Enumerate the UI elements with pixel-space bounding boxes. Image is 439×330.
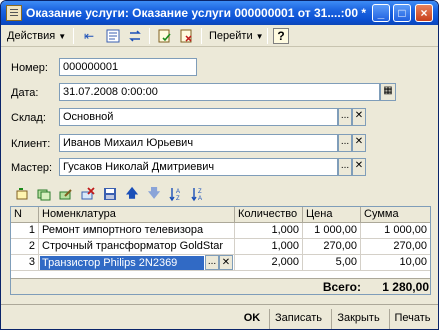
actions-label: Действия bbox=[7, 30, 56, 42]
close-button[interactable]: Закрыть bbox=[331, 309, 385, 329]
table-row-n[interactable]: 3 bbox=[11, 255, 39, 271]
close-window-button[interactable]: × bbox=[415, 4, 433, 22]
item-select-button[interactable]: ... bbox=[205, 255, 219, 270]
goto-label: Перейти bbox=[209, 30, 253, 42]
warehouse-select-button[interactable]: ... bbox=[338, 108, 352, 126]
warehouse-clear-icon[interactable]: ✕ bbox=[352, 108, 366, 126]
column-header-price[interactable]: Цена bbox=[303, 207, 361, 223]
end-edit-icon[interactable] bbox=[101, 185, 119, 203]
svg-text:A: A bbox=[176, 189, 180, 195]
table-row-sum[interactable]: 270,00 bbox=[361, 239, 430, 255]
save-button[interactable]: Записать bbox=[269, 309, 327, 329]
window-title: Оказание услуги: Оказание услуги 0000000… bbox=[26, 6, 367, 20]
table-row-qty[interactable]: 2,000 bbox=[235, 255, 303, 271]
table-row-item-editor[interactable]: Транзистор Philips 2N2369 ... ✕ bbox=[39, 255, 235, 271]
master-clear-icon[interactable]: ✕ bbox=[352, 158, 366, 176]
toolbar-separator bbox=[73, 28, 74, 44]
toolbar-separator bbox=[149, 28, 150, 44]
print-button[interactable]: Печать bbox=[389, 309, 435, 329]
number-field[interactable]: 000000001 bbox=[59, 58, 197, 76]
table-row-sum[interactable]: 1 000,00 bbox=[361, 223, 430, 239]
svg-text:A: A bbox=[198, 196, 202, 202]
table-row-item[interactable]: Строчный трансформатор GoldStar bbox=[39, 239, 235, 255]
sort-ascending-icon[interactable]: AZ bbox=[167, 185, 185, 203]
column-header-item[interactable]: Номенклатура bbox=[39, 207, 235, 223]
help-button[interactable]: ? bbox=[273, 28, 289, 44]
number-label: Номер: bbox=[11, 62, 48, 74]
table-row-item[interactable]: Ремонт импортного телевизора bbox=[39, 223, 235, 239]
column-header-n[interactable]: N bbox=[11, 207, 39, 223]
maximize-button[interactable]: □ bbox=[393, 4, 411, 22]
client-clear-icon[interactable]: ✕ bbox=[352, 134, 366, 152]
table-row-price[interactable]: 5,00 bbox=[303, 255, 361, 271]
warehouse-label: Склад: bbox=[11, 112, 46, 124]
column-header-sum[interactable]: Сумма bbox=[361, 207, 430, 223]
item-clear-icon[interactable]: ✕ bbox=[219, 255, 233, 270]
svg-text:Z: Z bbox=[176, 196, 180, 202]
title-bar: Оказание услуги: Оказание услуги 0000000… bbox=[1, 1, 438, 25]
bottom-bar: OK Записать Закрыть Печать bbox=[1, 304, 438, 329]
table-row-sum[interactable]: 10,00 bbox=[361, 255, 430, 271]
document-window: Оказание услуги: Оказание услуги 0000000… bbox=[0, 0, 439, 330]
post-document-icon[interactable] bbox=[157, 28, 173, 44]
total-value: 1 280,00 bbox=[382, 280, 429, 294]
client-select-button[interactable]: ... bbox=[338, 134, 352, 152]
sort-descending-icon[interactable]: ZA bbox=[189, 185, 207, 203]
table-row-n[interactable]: 1 bbox=[11, 223, 39, 239]
master-select-button[interactable]: ... bbox=[338, 158, 352, 176]
date-label: Дата: bbox=[11, 87, 39, 99]
master-field[interactable]: Гусаков Николай Дмитриевич bbox=[59, 158, 338, 176]
unpost-document-icon[interactable] bbox=[179, 28, 195, 44]
table-row-n[interactable]: 2 bbox=[11, 239, 39, 255]
warehouse-field[interactable]: Основной bbox=[59, 108, 338, 126]
services-table: N Номенклатура Количество Цена Сумма 1 Р… bbox=[10, 206, 431, 295]
main-toolbar: Действия ▼ ⇤ Перейти ▼ ? bbox=[1, 25, 438, 47]
calendar-icon[interactable]: ▦ bbox=[380, 83, 396, 101]
table-row-qty[interactable]: 1,000 bbox=[235, 239, 303, 255]
table-row-price[interactable]: 270,00 bbox=[303, 239, 361, 255]
master-label: Мастер: bbox=[11, 162, 53, 174]
date-field[interactable]: 31.07.2008 0:00:00 bbox=[59, 83, 380, 101]
ok-button[interactable]: OK bbox=[239, 309, 265, 329]
toolbar-separator bbox=[201, 28, 202, 44]
goto-menu[interactable]: Перейти ▼ bbox=[209, 27, 264, 45]
document-icon bbox=[6, 5, 22, 21]
toolbar-separator bbox=[267, 28, 268, 44]
total-label: Всего: bbox=[322, 280, 361, 294]
column-header-qty[interactable]: Количество bbox=[235, 207, 303, 223]
table-footer: Всего: 1 280,00 bbox=[11, 278, 430, 294]
document-structure-icon[interactable] bbox=[105, 28, 121, 44]
actions-menu[interactable]: Действия ▼ bbox=[7, 27, 66, 45]
add-row-icon[interactable] bbox=[13, 185, 31, 203]
client-label: Клиент: bbox=[11, 138, 51, 150]
edit-row-icon[interactable] bbox=[57, 185, 75, 203]
svg-text:Z: Z bbox=[198, 189, 202, 195]
movements-icon[interactable] bbox=[127, 28, 143, 44]
table-row-qty[interactable]: 1,000 bbox=[235, 223, 303, 239]
chevron-down-icon: ▼ bbox=[58, 32, 67, 41]
arrow-up-icon[interactable]: 🡅 bbox=[123, 185, 141, 203]
chevron-down-icon: ▼ bbox=[255, 32, 264, 41]
table-row-price[interactable]: 1 000,00 bbox=[303, 223, 361, 239]
delete-row-icon[interactable] bbox=[79, 185, 97, 203]
table-row-item[interactable]: Транзистор Philips 2N2369 bbox=[40, 256, 204, 270]
enter-based-icon[interactable]: ⇤ bbox=[81, 28, 97, 44]
minimize-button[interactable]: _ bbox=[372, 4, 390, 22]
arrow-down-icon[interactable]: 🡇 bbox=[145, 185, 163, 203]
copy-row-icon[interactable] bbox=[35, 185, 53, 203]
client-field[interactable]: Иванов Михаил Юрьевич bbox=[59, 134, 338, 152]
